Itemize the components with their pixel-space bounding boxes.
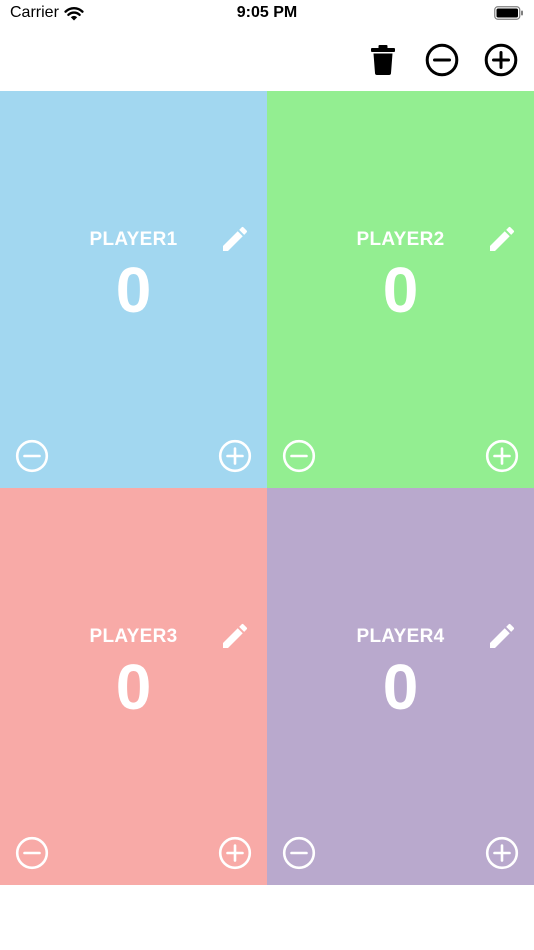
increment-score-button[interactable] [485, 836, 519, 870]
decrement-score-button[interactable] [282, 836, 316, 870]
minus-circle-icon [15, 439, 49, 473]
minus-circle-icon [282, 439, 316, 473]
trash-icon [371, 45, 395, 75]
plus-circle-icon [218, 439, 252, 473]
wifi-icon [64, 6, 84, 20]
status-bar: Carrier 9:05 PM [0, 0, 534, 30]
carrier-label: Carrier [10, 4, 59, 21]
player-panel[interactable]: PLAYER2 0 [267, 91, 534, 488]
player-grid: PLAYER1 0 PLAYER2 0 PLAYER3 0 PLAYER4 0 [0, 91, 534, 885]
minus-circle-icon [425, 43, 459, 77]
decrement-all-button[interactable] [424, 42, 460, 78]
toolbar [0, 30, 534, 90]
clear-all-button[interactable] [365, 42, 401, 78]
increment-all-button[interactable] [483, 42, 519, 78]
decrement-score-button[interactable] [15, 439, 49, 473]
plus-circle-icon [485, 439, 519, 473]
carrier-indicator: Carrier [10, 4, 84, 22]
player-panel[interactable]: PLAYER1 0 [0, 91, 267, 488]
battery-icon [494, 6, 523, 20]
player-score: 0 [382, 651, 419, 723]
player-score: 0 [115, 254, 152, 326]
minus-circle-icon [282, 836, 316, 870]
increment-score-button[interactable] [485, 439, 519, 473]
increment-score-button[interactable] [218, 439, 252, 473]
plus-circle-icon [484, 43, 518, 77]
player-score: 0 [115, 651, 152, 723]
player-panel[interactable]: PLAYER4 0 [267, 488, 534, 885]
plus-circle-icon [218, 836, 252, 870]
player-panel[interactable]: PLAYER3 0 [0, 488, 267, 885]
plus-circle-icon [485, 836, 519, 870]
player-score: 0 [382, 254, 419, 326]
decrement-score-button[interactable] [15, 836, 49, 870]
decrement-score-button[interactable] [282, 439, 316, 473]
minus-circle-icon [15, 836, 49, 870]
increment-score-button[interactable] [218, 836, 252, 870]
